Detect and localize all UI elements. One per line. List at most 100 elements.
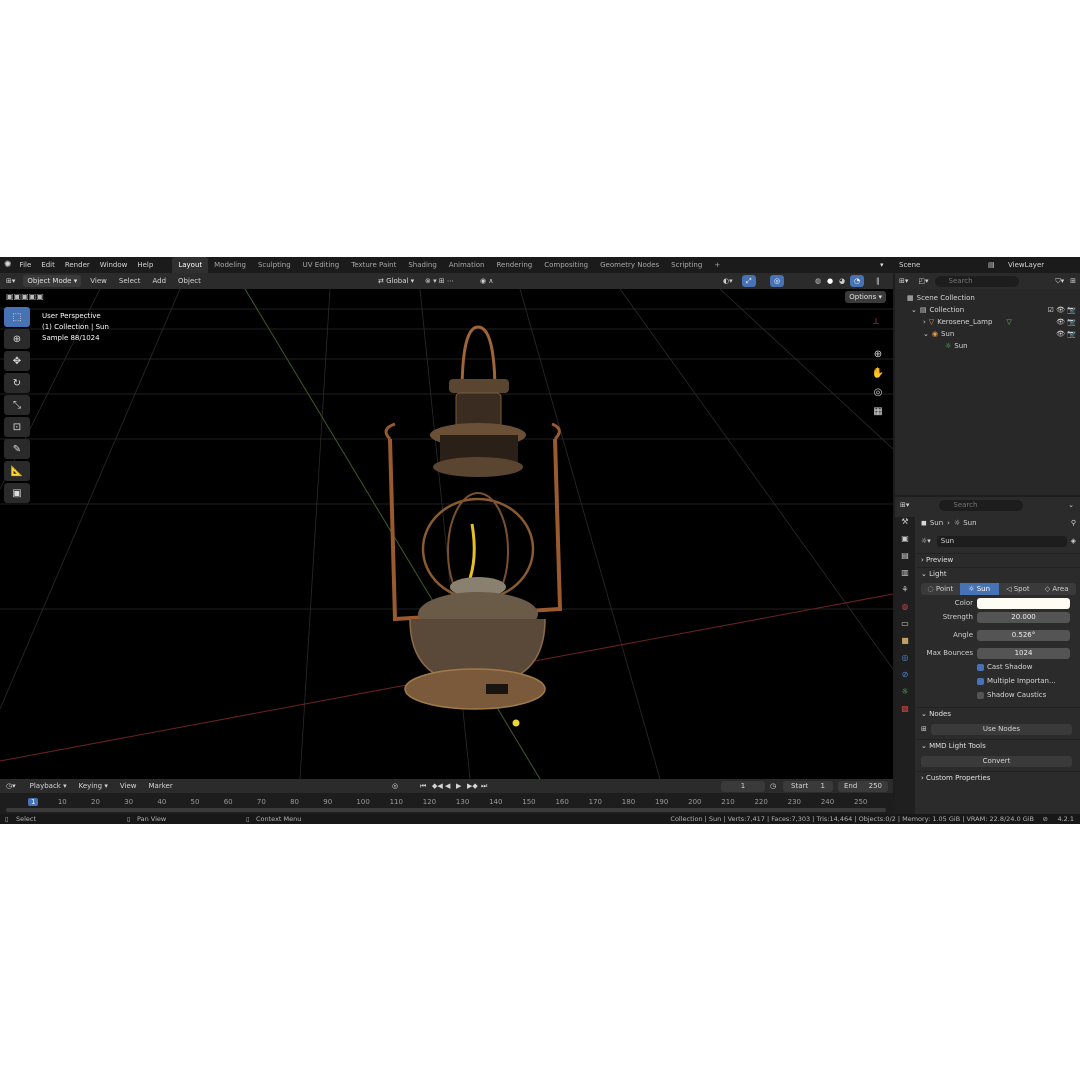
gizmo-icon[interactable]: ⤢ [742,275,756,287]
mode-dropdown[interactable]: Object Mode ▾ [23,275,82,287]
outliner-display-icon[interactable]: ◰▾ [918,277,928,285]
rotate-icon[interactable]: ↻ [4,373,30,393]
axis-gizmo-icon[interactable]: ⟂ [873,317,879,327]
visibility-toggles-icon[interactable]: 👁 📷 [1056,316,1076,328]
multiple-importance-row[interactable]: Multiple Importan... [917,675,1080,687]
shading-rendered-icon[interactable]: ◔ [850,275,865,287]
measure-icon[interactable]: 📐 [4,461,30,481]
zoom-icon[interactable]: ⊕ [871,349,885,368]
scale-icon[interactable]: ⤡ [4,395,30,415]
tab-scripting[interactable]: Scripting [665,257,708,273]
render-tab-icon[interactable]: ▣ [895,534,915,551]
tree-row-collection[interactable]: ⌄ ▤ Collection ☑ 👁 📷 [895,304,1080,316]
view-layer-tab-icon[interactable]: ▥ [895,568,915,585]
cast-shadow-checkbox[interactable] [977,663,984,671]
add-workspace-icon[interactable]: + [708,257,726,273]
menu-marker[interactable]: Marker [143,782,179,790]
scene-tab-icon[interactable]: ⚘ [895,585,915,602]
jump-start-icon[interactable]: ⏮ [420,782,426,791]
pan-hand-icon[interactable]: ✋ [871,368,885,387]
start-frame-field[interactable]: Start 1 [783,780,833,792]
shadow-caustics-checkbox[interactable] [977,691,984,699]
texture-tab-icon[interactable]: ▩ [895,704,915,721]
shadow-caustics-row[interactable]: Shadow Caustics [917,689,1080,701]
jump-end-icon[interactable]: ⏭ [481,782,487,791]
ortho-grid-icon[interactable]: ▦ [871,406,885,425]
transform-orientation[interactable]: ⇄ Global ▾ [372,277,420,285]
light-type-spot[interactable]: ◁ Spot [999,583,1038,595]
menu-select[interactable]: Select [113,277,147,285]
menu-window[interactable]: Window [95,257,133,273]
properties-editor-icon[interactable]: ⊞▾ [900,501,909,509]
clock-icon[interactable]: ◷ [770,782,776,790]
tab-animation[interactable]: Animation [443,257,491,273]
convert-button[interactable]: Convert [921,755,1072,767]
section-custom-properties[interactable]: › Custom Properties [917,771,1080,785]
blender-logo-icon[interactable]: ✺ [4,260,15,270]
menu-playback[interactable]: Playback ▾ [24,782,73,790]
timeline-scrollbar[interactable] [6,808,886,812]
object-tab-icon[interactable]: ■ [895,636,915,653]
strength-field[interactable]: 20.000 [977,611,1070,623]
scene-name[interactable]: Scene [899,257,920,273]
output-tab-icon[interactable]: ▤ [895,551,915,568]
cursor-icon[interactable]: ⊕ [4,329,30,349]
visibility-toggles-icon[interactable]: ☑ 👁 📷 [1048,304,1076,316]
use-nodes-button[interactable]: Use Nodes [930,723,1072,735]
tree-row-sun[interactable]: ⌄ ◉ Sun 👁 📷 [895,328,1080,340]
end-frame-field[interactable]: End 250 [838,780,888,792]
color-swatch[interactable] [977,597,1070,609]
tab-geometry-nodes[interactable]: Geometry Nodes [594,257,665,273]
shading-solid-icon[interactable]: ● [827,277,833,285]
tab-compositing[interactable]: Compositing [538,257,594,273]
tree-row-kerosene-lamp[interactable]: › ▽ Kerosene_Lamp ▽ 👁 📷 [895,316,1080,328]
menu-help[interactable]: Help [132,257,158,273]
light-type-point[interactable]: ◌ Point [921,583,960,595]
annotate-icon[interactable]: ✎ [4,439,30,459]
kerosene-lamp-model[interactable] [384,325,563,710]
menu-timeline-view[interactable]: View [114,782,143,790]
tree-row-scene-collection[interactable]: ▦ Scene Collection [895,292,1080,304]
section-light[interactable]: ⌄ Light [917,567,1080,581]
outliner-editor-icon[interactable]: ⊞▾ [899,277,908,285]
viewlayer-icon[interactable]: ▤ [988,261,995,269]
section-nodes[interactable]: ⌄ Nodes [917,707,1080,721]
visibility-icon[interactable]: ◐▾ [723,277,733,285]
tab-texture-paint[interactable]: Texture Paint [345,257,402,273]
options-dropdown[interactable]: Options ▾ [845,291,886,303]
tab-rendering[interactable]: Rendering [490,257,538,273]
viewlayer-name[interactable]: ViewLayer [1008,257,1044,273]
new-collection-icon[interactable]: ⊞ [1070,277,1076,285]
world-tab-icon[interactable]: ◍ [895,602,915,619]
filter-icon[interactable]: ⛉▾ [1055,277,1064,286]
fake-user-icon[interactable]: ◈ [1071,537,1076,545]
move-icon[interactable]: ✥ [4,351,30,371]
tab-shading[interactable]: Shading [402,257,442,273]
menu-add[interactable]: Add [146,277,172,285]
tab-uv-editing[interactable]: UV Editing [297,257,346,273]
menu-render[interactable]: Render [60,257,95,273]
light-data-tab-icon[interactable]: ☼ [895,687,915,704]
snap-icon[interactable]: ⊗ ▾ ⊞ ⋯ [425,277,454,285]
record-icon[interactable]: ◎ [392,782,398,790]
bounces-field[interactable]: 1024 [977,647,1070,659]
expand-icon[interactable]: ⌄ [911,304,917,316]
current-frame-field[interactable]: 1 [721,780,765,792]
menu-keying[interactable]: Keying ▾ [73,782,114,790]
cast-shadow-row[interactable]: Cast Shadow [917,661,1080,673]
light-type-sun[interactable]: ☼ Sun [959,583,999,595]
menu-view[interactable]: View [84,277,113,285]
tree-row-sun-data[interactable]: ☼ Sun [895,340,1080,352]
pin-icon[interactable]: ⚲ [1071,519,1076,527]
scene-icon[interactable]: ▾ [880,261,884,269]
section-mmd-light-tools[interactable]: ⌄ MMD Light Tools [917,739,1080,753]
physics-tab-icon[interactable]: ◎ [895,653,915,670]
expand-icon[interactable]: › [923,316,926,328]
transform-icon[interactable]: ⊡ [4,417,30,437]
shading-wireframe-icon[interactable]: ◍ [815,277,821,285]
proportional-edit-icon[interactable]: ◉ ∧ [480,277,493,285]
multiple-importance-checkbox[interactable] [977,677,984,685]
camera-view-icon[interactable]: ◎ [871,387,885,406]
expand-icon[interactable]: ⌄ [923,328,929,340]
tab-sculpting[interactable]: Sculpting [252,257,297,273]
